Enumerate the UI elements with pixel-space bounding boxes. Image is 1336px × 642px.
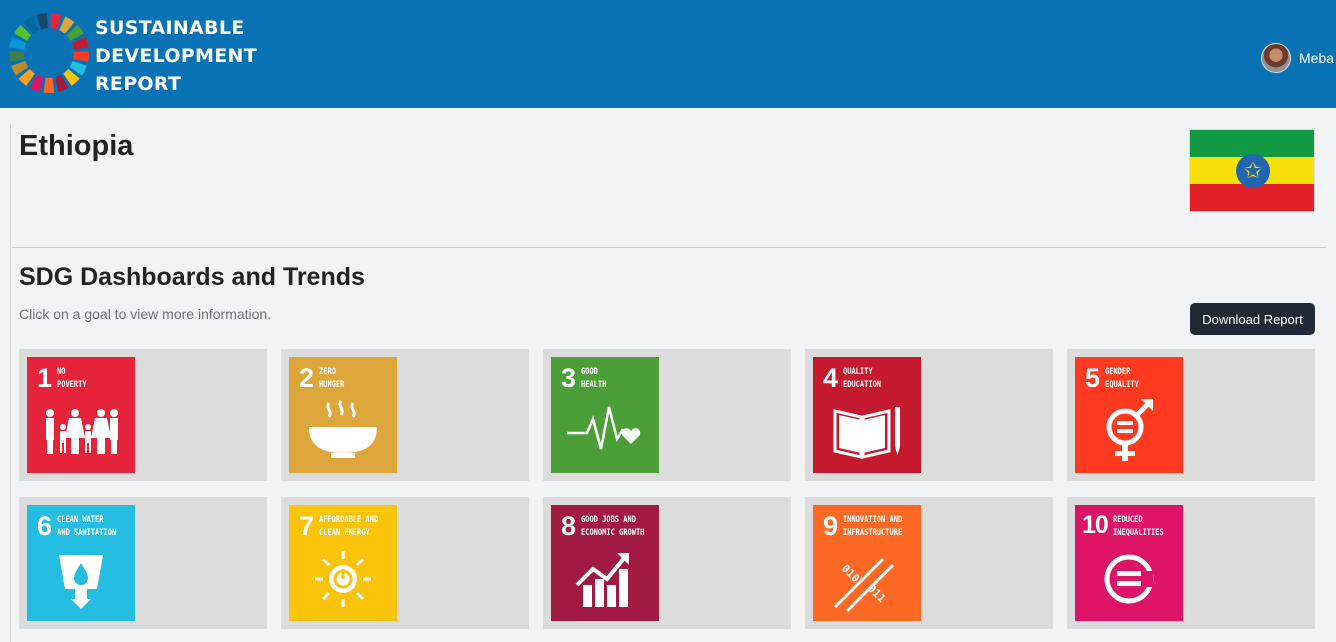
goal-card[interactable]: 8 GOOD JOBS AND ECONOMIC GROWTH [543,497,791,629]
goal-tile[interactable]: 4 QUALITY EDUCATION [813,357,921,473]
goal-label-line-2: EDUCATION [843,380,882,390]
goal-number: 2 [299,363,315,393]
goal-label-line-2: INEQUALITIES [1113,528,1164,538]
goal-label-line-2: POVERTY [57,380,87,390]
water-icon [59,555,103,609]
goal-label-line-2: HEALTH [581,380,607,390]
logo-line-1: SUSTAINABLE [95,17,245,39]
goal-card[interactable]: 6 CLEAN WATER AND SANITATION [19,497,267,629]
equal-icon [1104,554,1154,604]
wheel-segment [50,13,62,30]
goal-label: INNOVATION AND INFRASTRUCTURE [843,514,903,540]
goal-number: 8 [561,511,577,541]
goal-tile[interactable]: 7 AFFORDABLE AND CLEAN ENERGY [289,505,397,621]
sun-power-icon [315,551,371,607]
goal-label-line-2: HUNGER [319,380,345,390]
section-hint: Click on a goal to view more information… [19,306,272,322]
goal-label-line-2: EQUALITY [1105,380,1139,390]
goal-card[interactable]: 9 INNOVATION AND INFRASTRUCTURE 010 011 [805,497,1053,629]
goal-label: GOOD HEALTH [581,366,639,392]
goal-label-line-2: CLEAN ENERGY [319,528,370,538]
page-title: Ethiopia [19,130,134,162]
goal-label-line-1: QUALITY [843,367,873,377]
goal-label-line-1: GOOD [581,367,598,377]
goal-tile[interactable]: 5 GENDER EQUALITY [1075,357,1183,473]
wheel-segment [71,36,89,50]
avatar[interactable] [1261,43,1291,73]
goal-label: GENDER EQUALITY [1105,366,1163,392]
goal-card[interactable]: 4 QUALITY EDUCATION [805,349,1053,481]
bowl-icon [309,400,377,458]
svg-text:011: 011 [865,582,889,606]
download-report-button[interactable]: Download Report [1190,303,1315,335]
goal-label-line-2: AND SANITATION [57,528,117,538]
goal-label: REDUCED INEQUALITIES [1113,514,1171,540]
family-icon [46,409,118,454]
divider [12,247,1326,248]
goal-label-line-1: INNOVATION AND [843,515,903,525]
goal-tile[interactable]: 10 REDUCED INEQUALITIES [1075,505,1183,621]
goal-tile[interactable]: 3 GOOD HEALTH [551,357,659,473]
star-emblem-icon: ✩ [1236,154,1270,188]
top-bar: SUSTAINABLE DEVELOPMENT REPORT Meba [0,0,1336,108]
wheel-segment [36,13,48,30]
goal-label: NO POVERTY [57,366,115,392]
goal-number: 5 [1085,363,1101,393]
goal-card[interactable]: 1 NO POVERTY [19,349,267,481]
goal-card[interactable]: 10 REDUCED INEQUALITIES [1067,497,1315,629]
goal-number: 1 [37,363,53,393]
user-name[interactable]: Meba [1299,50,1334,66]
user-menu[interactable]: Meba [1261,43,1334,73]
gender-icon [1106,399,1153,461]
wheel-segment [73,51,89,63]
logo-line-3: REPORT [95,73,182,95]
goal-number: 9 [823,511,839,541]
growth-chart-icon [575,553,629,607]
goal-number: 3 [561,363,577,393]
section-title: SDG Dashboards and Trends [19,263,365,291]
goal-tile[interactable]: 1 NO POVERTY [27,357,135,473]
wheel-segment [8,51,25,63]
goal-number: 4 [823,363,839,393]
binary-icon: 010011 [833,557,895,613]
wheel-segment [43,77,55,93]
heartbeat-icon [567,406,641,450]
goal-label-line-2: INFRASTRUCTURE [843,528,903,538]
goal-label-line-1: CLEAN WATER [57,515,104,525]
goal-label: GOOD JOBS AND ECONOMIC GROWTH [581,514,645,540]
goal-card[interactable]: 2 ZERO HUNGER [281,349,529,481]
goal-card[interactable]: 5 GENDER EQUALITY [1067,349,1315,481]
sdg-wheel-logo-icon[interactable] [8,12,90,94]
goal-tile[interactable]: 9 INNOVATION AND INFRASTRUCTURE 010 011 [813,505,921,621]
goal-label-line-1: REDUCED [1113,515,1143,525]
goal-label: AFFORDABLE AND CLEAN ENERGY [319,514,379,540]
goal-label-line-1: ZERO [319,367,336,377]
wheel-segment [9,36,27,50]
goal-label: CLEAN WATER AND SANITATION [57,514,117,540]
logo-line-2: DEVELOPMENT [95,45,257,67]
goal-number: 10 [1082,511,1109,539]
goal-tile[interactable]: 2 ZERO HUNGER [289,357,397,473]
book-icon [833,407,900,459]
goal-label: QUALITY EDUCATION [843,366,901,392]
goal-number: 7 [299,511,315,541]
logo-text[interactable]: SUSTAINABLE DEVELOPMENT REPORT [95,14,257,98]
goal-tile[interactable]: 6 CLEAN WATER AND SANITATION [27,505,135,621]
goal-card[interactable]: 3 GOOD HEALTH [543,349,791,481]
goal-label-line-1: GENDER [1105,367,1131,377]
goal-number: 6 [37,511,53,541]
goal-label: ZERO HUNGER [319,366,377,392]
goal-label-line-1: AFFORDABLE AND [319,515,379,525]
goal-label-line-1: NO [57,367,66,377]
goal-tile[interactable]: 8 GOOD JOBS AND ECONOMIC GROWTH [551,505,659,621]
goal-label-line-1: GOOD JOBS AND [581,515,636,525]
goal-card[interactable]: 7 AFFORDABLE AND CLEAN ENERGY [281,497,529,629]
goal-label-line-2: ECONOMIC GROWTH [581,528,645,538]
ethiopia-flag-icon: ✩ [1189,129,1315,212]
